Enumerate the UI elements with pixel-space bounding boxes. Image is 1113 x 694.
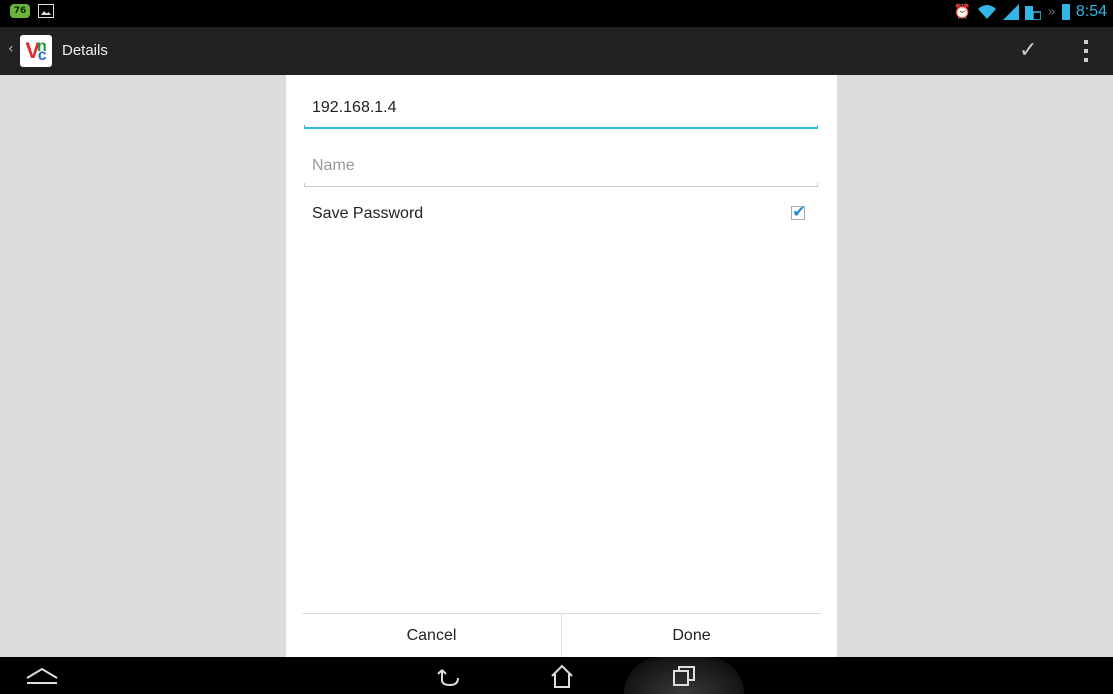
app-icon[interactable]: V n c xyxy=(20,35,52,67)
overflow-menu-icon[interactable] xyxy=(1083,40,1089,62)
page-title: Details xyxy=(62,42,108,59)
navigation-bar xyxy=(0,657,1113,694)
save-password-checkbox[interactable]: ✔ xyxy=(791,202,806,221)
clock: 8:54 xyxy=(1075,3,1107,20)
app-icon-letter-c: c xyxy=(37,47,47,64)
save-password-label: Save Password xyxy=(312,205,424,222)
action-bar: ‹ V n c Details ✓ xyxy=(0,27,1113,75)
home-icon[interactable] xyxy=(542,663,582,689)
back-icon[interactable] xyxy=(430,663,470,689)
signal-icon xyxy=(1003,4,1020,20)
status-bar-right: ⏰ » 8:54 xyxy=(954,2,1107,22)
dialog-button-bar: Cancel Done xyxy=(302,613,821,658)
address-underline xyxy=(304,125,818,129)
battery-icon xyxy=(1061,4,1070,20)
alarm-icon: ⏰ xyxy=(953,4,972,20)
checkmark-icon[interactable]: ✓ xyxy=(1019,38,1037,63)
cancel-button[interactable]: Cancel xyxy=(302,614,561,658)
wifi-icon xyxy=(978,5,997,19)
details-dialog: Save Password ✔ Cancel Done xyxy=(286,75,837,658)
up-chevron-icon[interactable]: ‹ xyxy=(8,41,14,57)
address-input[interactable] xyxy=(312,99,812,117)
status-bar-left: 76 xyxy=(10,4,54,18)
address-field[interactable] xyxy=(304,93,818,129)
checkmark-icon: ✔ xyxy=(792,202,806,221)
recents-icon[interactable] xyxy=(664,663,704,689)
notification-badge: 76 xyxy=(10,4,30,18)
collapse-icon[interactable] xyxy=(22,663,62,689)
sim-icon xyxy=(1025,6,1042,20)
done-button[interactable]: Done xyxy=(561,614,821,658)
name-underline xyxy=(304,183,818,187)
image-notification-icon xyxy=(38,4,54,18)
status-bar: 76 ⏰ » 8:54 xyxy=(0,0,1113,27)
name-field[interactable] xyxy=(304,151,818,187)
name-input[interactable] xyxy=(312,157,812,175)
data-arrows-icon: » xyxy=(1047,4,1056,20)
